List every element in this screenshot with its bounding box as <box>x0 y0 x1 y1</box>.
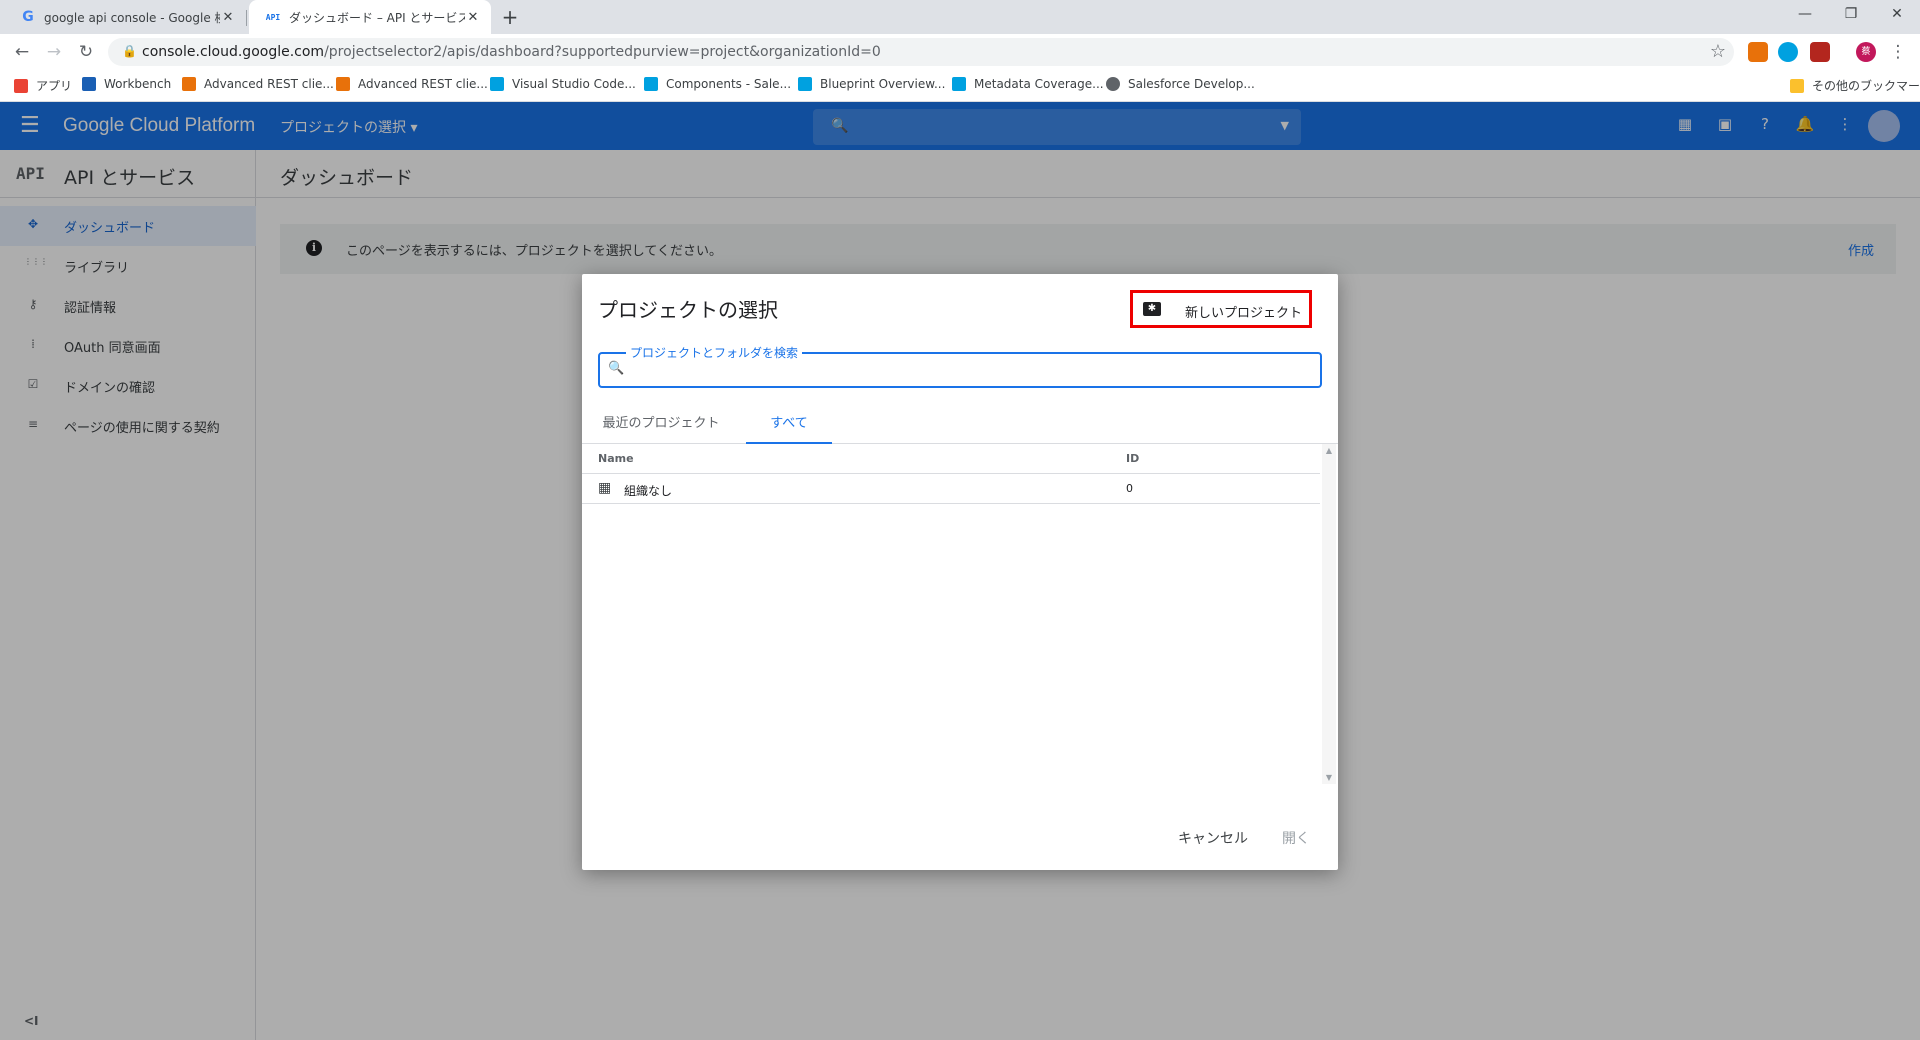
bookmark-item[interactable]: Salesforce Develop... <box>1106 77 1255 91</box>
tab-title: ダッシュボード – API とサービス – Google Cloud Platf… <box>289 10 465 25</box>
project-search-input[interactable]: プロジェクトとフォルダを検索 🔍 <box>598 344 1322 388</box>
cancel-button[interactable]: キャンセル <box>1178 828 1248 848</box>
dialog-tabs: 最近のプロジェクト すべて <box>582 404 1338 444</box>
search-field-label: プロジェクトとフォルダを検索 <box>626 344 803 361</box>
column-header-id[interactable]: ID <box>1126 452 1139 465</box>
address-bar[interactable]: 🔒 console.cloud.google.com/projectselect… <box>108 38 1734 66</box>
apps-grid-icon <box>14 78 28 93</box>
open-button[interactable]: 開く <box>1282 828 1310 848</box>
url-text: console.cloud.google.com/projectselector… <box>142 44 881 60</box>
salesforce-cloud-icon <box>798 77 812 91</box>
bookmark-item[interactable]: Advanced REST clie... <box>336 77 488 91</box>
forward-button[interactable]: → <box>42 40 66 64</box>
new-folder-icon: ✱ <box>1143 302 1161 316</box>
new-project-label: 新しいプロジェクト <box>1185 306 1303 321</box>
tab-recent-projects[interactable]: 最近のプロジェクト <box>598 404 724 444</box>
browser-tabstrip: G google api console - Google 検索 ✕ API ダ… <box>0 0 1920 34</box>
tab-all[interactable]: すべて <box>746 404 832 444</box>
folder-icon <box>1790 78 1804 93</box>
dialog-title: プロジェクトの選択 <box>598 298 778 322</box>
salesforce-cloud-icon <box>490 77 504 91</box>
profile-avatar[interactable]: 蔡 <box>1856 42 1876 62</box>
column-header-name[interactable]: Name <box>598 452 634 465</box>
bookmark-item[interactable]: Advanced REST clie... <box>182 77 334 91</box>
extension-icon[interactable] <box>1778 42 1798 62</box>
bookmark-favicon <box>182 77 196 91</box>
bookmark-item[interactable]: Workbench <box>82 77 171 91</box>
table-scrollbar[interactable]: ▲ ▼ <box>1322 444 1336 784</box>
table-header: Name ID <box>582 444 1320 474</box>
globe-icon <box>1106 77 1120 91</box>
lock-icon: 🔒 <box>122 44 137 58</box>
bookmark-apps[interactable]: アプリ <box>14 77 72 94</box>
table-row[interactable]: ▦ 組織なし 0 <box>582 474 1320 504</box>
bookmark-star-icon[interactable]: ☆ <box>1710 41 1726 62</box>
bookmark-item[interactable]: Components - Sale... <box>644 77 791 91</box>
back-button[interactable]: ← <box>10 40 34 64</box>
close-window-button[interactable]: ✕ <box>1874 0 1920 30</box>
extension-icon[interactable] <box>1748 42 1768 62</box>
tab-title: google api console - Google 検索 <box>44 10 220 25</box>
pdf-extension-icon[interactable] <box>1810 42 1830 62</box>
new-tab-button[interactable]: + <box>498 5 522 29</box>
bookmark-item[interactable]: Visual Studio Code... <box>490 77 636 91</box>
bookmark-favicon <box>336 77 350 91</box>
salesforce-cloud-icon <box>952 77 966 91</box>
bookmark-favicon <box>82 77 96 91</box>
browser-tab-dashboard[interactable]: API ダッシュボード – API とサービス – Google Cloud P… <box>249 0 491 34</box>
search-icon: 🔍 <box>608 361 625 376</box>
other-bookmarks[interactable]: その他のブックマーク <box>1790 77 1920 94</box>
projects-table: Name ID ▦ 組織なし 0 <box>582 444 1320 784</box>
project-select-dialog: プロジェクトの選択 ✱ 新しいプロジェクト プロジェクトとフォルダを検索 🔍 最… <box>582 274 1338 870</box>
row-id: 0 <box>1126 482 1133 495</box>
scroll-down-icon[interactable]: ▼ <box>1322 773 1336 782</box>
row-name: 組織なし <box>624 484 673 498</box>
close-icon[interactable]: ✕ <box>220 10 236 25</box>
scroll-up-icon[interactable]: ▲ <box>1322 446 1336 455</box>
organization-icon: ▦ <box>598 480 612 496</box>
close-icon[interactable]: ✕ <box>465 10 481 25</box>
minimize-button[interactable]: — <box>1782 0 1828 30</box>
bookmark-item[interactable]: Metadata Coverage... <box>952 77 1104 91</box>
bookmark-item[interactable]: Blueprint Overview... <box>798 77 945 91</box>
bookmarks-bar: アプリ Workbench Advanced REST clie... Adva… <box>0 70 1920 102</box>
browser-menu-icon[interactable]: ⋮ <box>1886 40 1910 64</box>
google-icon: G <box>22 9 34 25</box>
api-icon: API <box>265 12 281 22</box>
browser-toolbar: ← → ↻ 🔒 console.cloud.google.com/project… <box>0 34 1920 70</box>
browser-tab-search[interactable]: G google api console - Google 検索 ✕ <box>4 0 246 34</box>
tab-divider <box>246 10 247 26</box>
new-project-button[interactable]: ✱ 新しいプロジェクト <box>1130 290 1312 328</box>
restore-button[interactable]: ❐ <box>1828 0 1874 30</box>
reload-button[interactable]: ↻ <box>74 40 98 64</box>
salesforce-cloud-icon <box>644 77 658 91</box>
